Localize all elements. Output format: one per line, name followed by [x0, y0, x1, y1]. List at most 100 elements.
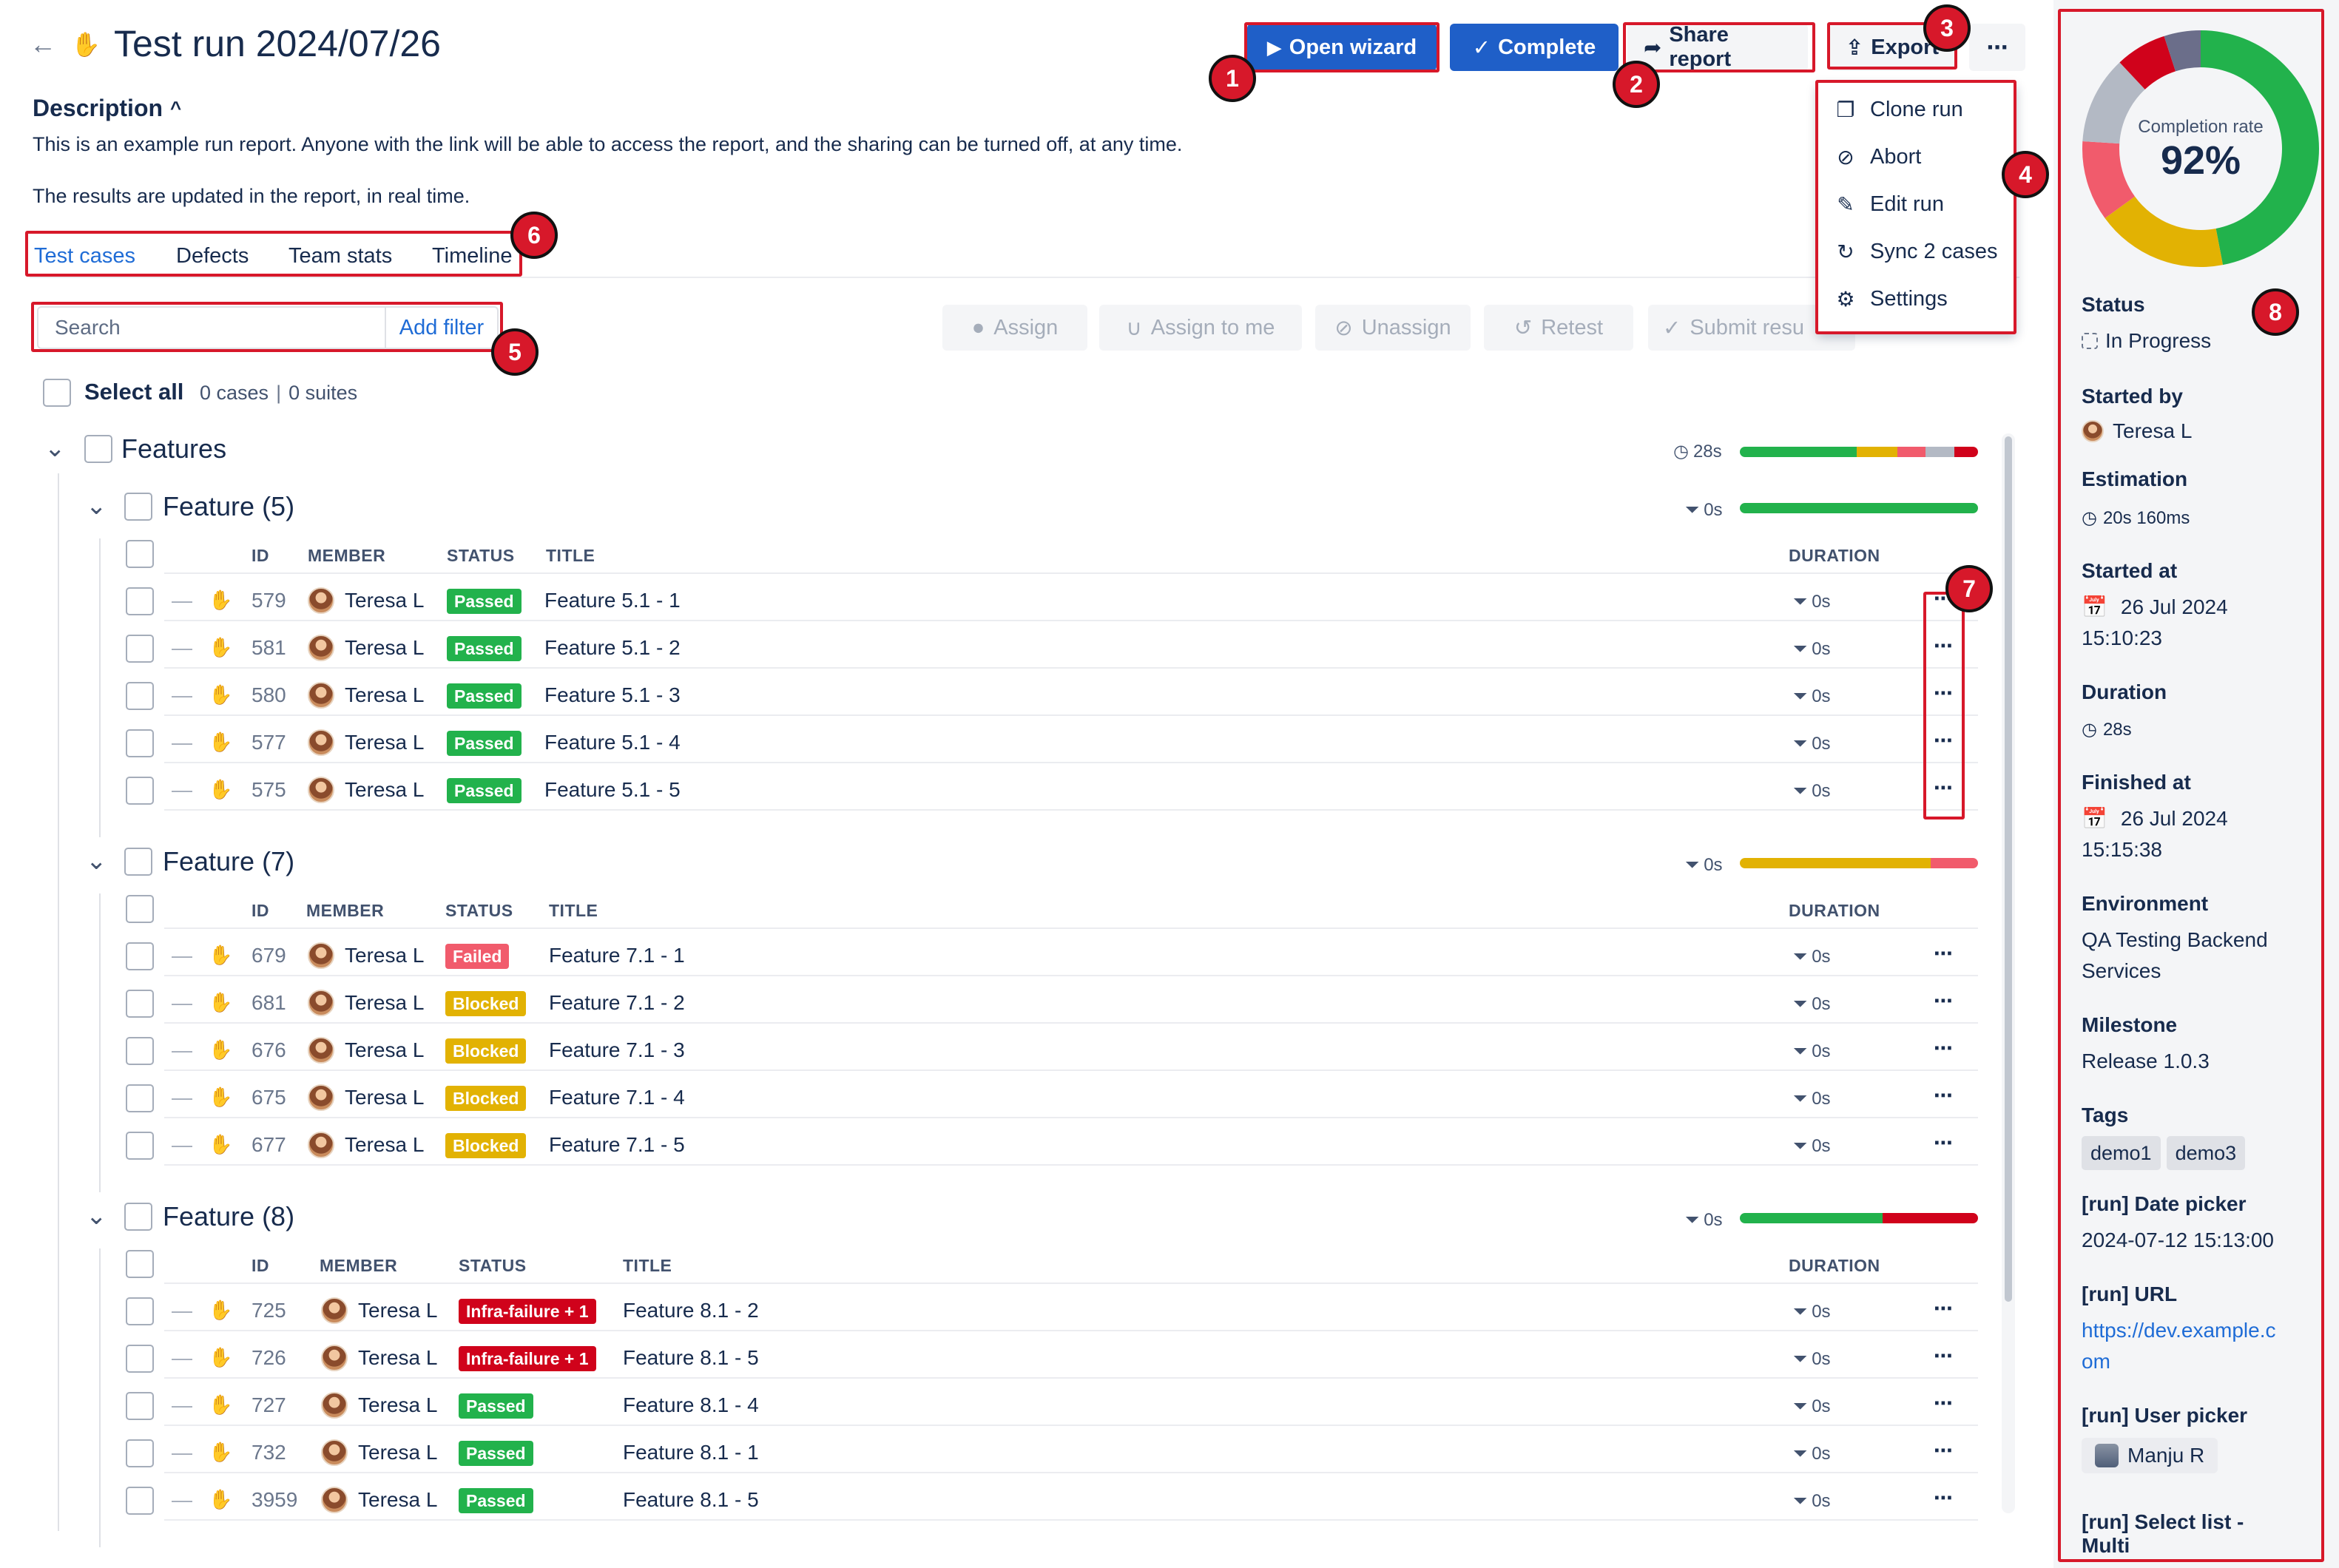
row-checkbox[interactable]	[126, 1439, 154, 1467]
table-row[interactable]: — ✋ 679 Teresa L Failed Feature 7.1 - 1 ⏷ 0s ⋯	[0, 942, 1982, 990]
table-row[interactable]: — ✋ 579 Teresa L Passed Feature 5.1 - 1 ⏷ 0s ⋯	[0, 587, 1982, 635]
complete-button[interactable]: ✓ Complete	[1450, 24, 1619, 71]
features-group-checkbox[interactable]	[84, 435, 112, 463]
row-member: Teresa L	[358, 1299, 438, 1322]
add-filter-button[interactable]: Add filter	[386, 306, 499, 349]
row-checkbox[interactable]	[126, 942, 154, 970]
dropdown-item-sync-cases[interactable]: ↻ Sync 2 cases	[1835, 240, 1997, 264]
row-checkbox[interactable]	[126, 1132, 154, 1160]
table-row[interactable]: — ✋ 580 Teresa L Passed Feature 5.1 - 3 ⏷ 0s ⋯	[0, 682, 1982, 729]
dropdown-item-abort[interactable]: ⊘ Abort	[1835, 145, 1921, 169]
row-checkbox[interactable]	[126, 729, 154, 757]
row-checkbox[interactable]	[126, 1392, 154, 1420]
scrollbar-thumb[interactable]	[2005, 436, 2012, 1302]
table-row[interactable]: — ✋ 727 Teresa L Passed Feature 8.1 - 4 ⏷ 0s ⋯	[0, 1392, 1982, 1439]
more-dots-icon: ⋯	[1986, 36, 2008, 60]
row-more-actions-button[interactable]: ⋯	[1934, 1037, 1953, 1060]
header-select-checkbox[interactable]	[126, 540, 154, 568]
row-checkbox[interactable]	[126, 587, 154, 615]
table-row[interactable]: — ✋ 675 Teresa L Blocked Feature 7.1 - 4 ⏷ 0s ⋯	[0, 1084, 1982, 1132]
manual-hand-icon: ✋	[209, 1346, 233, 1368]
column-header-status: STATUS	[459, 1256, 527, 1275]
collapse-group-chevron-icon[interactable]: ⌄	[86, 846, 107, 876]
select-all-checkbox[interactable]	[43, 379, 71, 407]
assign-button[interactable]: ● Assign	[942, 305, 1087, 351]
table-row[interactable]: — ✋ 725 Teresa L Infra-failure + 1 Feature 8.…	[0, 1297, 1982, 1345]
row-checkbox[interactable]	[126, 1487, 154, 1515]
row-more-actions-button[interactable]: ⋯	[1934, 990, 1953, 1013]
select-all-label: Select all	[84, 379, 184, 405]
dropdown-item-edit-run[interactable]: ✎ Edit run	[1835, 192, 1944, 217]
user-picker-chip[interactable]: Manju R	[2082, 1438, 2218, 1473]
collapse-features-chevron-icon[interactable]: ⌄	[44, 433, 66, 463]
row-more-actions-button[interactable]: ⋯	[1934, 1297, 1953, 1320]
avatar	[308, 635, 334, 661]
table-row[interactable]: — ✋ 581 Teresa L Passed Feature 5.1 - 2 ⏷ 0s ⋯	[0, 635, 1982, 682]
row-dash: —	[172, 1299, 192, 1322]
row-more-actions-button[interactable]: ⋯	[1934, 942, 1953, 965]
row-more-actions-button[interactable]: ⋯	[1934, 1392, 1953, 1415]
retry-icon: ↺	[1513, 316, 1533, 340]
retest-button[interactable]: ↺ Retest	[1484, 305, 1633, 351]
row-more-actions-button[interactable]: ⋯	[1934, 1487, 1953, 1510]
avatar	[321, 1439, 348, 1466]
group-checkbox[interactable]	[124, 493, 152, 521]
pencil-icon: ✎	[1837, 193, 1854, 216]
group-checkbox[interactable]	[124, 848, 152, 876]
table-row[interactable]: — ✋ 677 Teresa L Blocked Feature 7.1 - 5 ⏷ 0s ⋯	[0, 1132, 1982, 1179]
row-duration-value: 0s	[1812, 1491, 1831, 1511]
clock-icon: ⏷	[1685, 855, 1700, 875]
share-report-button[interactable]: ➦ Share report	[1627, 23, 1808, 71]
description-heading[interactable]: Description ^	[33, 95, 181, 122]
table-row[interactable]: — ✋ 676 Teresa L Blocked Feature 7.1 - 3 ⏷ 0s ⋯	[0, 1037, 1982, 1084]
unassign-button[interactable]: ⊘ Unassign	[1315, 305, 1471, 351]
row-checkbox[interactable]	[126, 682, 154, 710]
row-more-actions-button[interactable]: ⋯	[1934, 729, 1953, 752]
row-checkbox[interactable]	[126, 1297, 154, 1325]
table-row[interactable]: — ✋ 726 Teresa L Infra-failure + 1 Feature 8.…	[0, 1345, 1982, 1392]
row-duration-value: 0s	[1812, 734, 1831, 754]
row-more-actions-button[interactable]: ⋯	[1934, 1439, 1953, 1462]
tab-timeline[interactable]: Timeline	[432, 244, 513, 268]
row-more-actions-button[interactable]: ⋯	[1934, 635, 1953, 658]
calendar-icon: 📅	[2082, 807, 2107, 830]
dropdown-item-settings[interactable]: ⚙ Settings	[1835, 287, 1947, 311]
tab-test-cases[interactable]: Test cases	[34, 244, 135, 268]
back-arrow-icon[interactable]: ←	[30, 30, 59, 59]
annotation-callout-4: 4	[2002, 151, 2049, 198]
row-id: 677	[252, 1133, 286, 1156]
row-checkbox[interactable]	[126, 990, 154, 1018]
ban-icon: ⊘	[1837, 146, 1854, 169]
table-row[interactable]: — ✋ 575 Teresa L Passed Feature 5.1 - 5 ⏷ 0s ⋯	[0, 777, 1982, 824]
row-checkbox[interactable]	[126, 1345, 154, 1373]
open-wizard-button[interactable]: ▶ Open wizard	[1247, 24, 1437, 71]
header-select-checkbox[interactable]	[126, 895, 154, 923]
collapse-group-chevron-icon[interactable]: ⌄	[86, 1201, 107, 1231]
header-select-checkbox[interactable]	[126, 1250, 154, 1278]
group-checkbox[interactable]	[124, 1203, 152, 1231]
tab-team-stats[interactable]: Team stats	[288, 244, 392, 268]
row-divider	[164, 1117, 1978, 1118]
row-more-actions-button[interactable]: ⋯	[1934, 777, 1953, 800]
row-more-actions-button[interactable]: ⋯	[1934, 1345, 1953, 1368]
row-more-actions-button[interactable]: ⋯	[1934, 682, 1953, 705]
dropdown-item-clone-run[interactable]: ❐ Clone run	[1835, 98, 1962, 122]
tab-defects[interactable]: Defects	[176, 244, 249, 268]
url-link-line2[interactable]: om	[2082, 1346, 2110, 1377]
row-checkbox[interactable]	[126, 1084, 154, 1112]
collapse-group-chevron-icon[interactable]: ⌄	[86, 491, 107, 521]
url-link-line1[interactable]: https://dev.example.c	[2082, 1315, 2276, 1346]
search-input[interactable]: Search	[37, 306, 386, 349]
table-row[interactable]: — ✋ 732 Teresa L Passed Feature 8.1 - 1 ⏷ 0s ⋯	[0, 1439, 1982, 1487]
status-badge: Infra-failure + 1	[459, 1346, 596, 1371]
table-row[interactable]: — ✋ 3959 Teresa L Passed Feature 8.1 - 5 ⏷ 0s ⋯	[0, 1487, 1982, 1534]
row-more-actions-button[interactable]: ⋯	[1934, 1084, 1953, 1107]
assign-to-me-button[interactable]: ∪ Assign to me	[1099, 305, 1302, 351]
more-actions-button[interactable]: ⋯	[1969, 24, 2025, 71]
row-more-actions-button[interactable]: ⋯	[1934, 1132, 1953, 1155]
row-checkbox[interactable]	[126, 1037, 154, 1065]
row-checkbox[interactable]	[126, 635, 154, 663]
table-row[interactable]: — ✋ 577 Teresa L Passed Feature 5.1 - 4 ⏷ 0s ⋯	[0, 729, 1982, 777]
table-row[interactable]: — ✋ 681 Teresa L Blocked Feature 7.1 - 2 ⏷ 0s ⋯	[0, 990, 1982, 1037]
row-checkbox[interactable]	[126, 777, 154, 805]
